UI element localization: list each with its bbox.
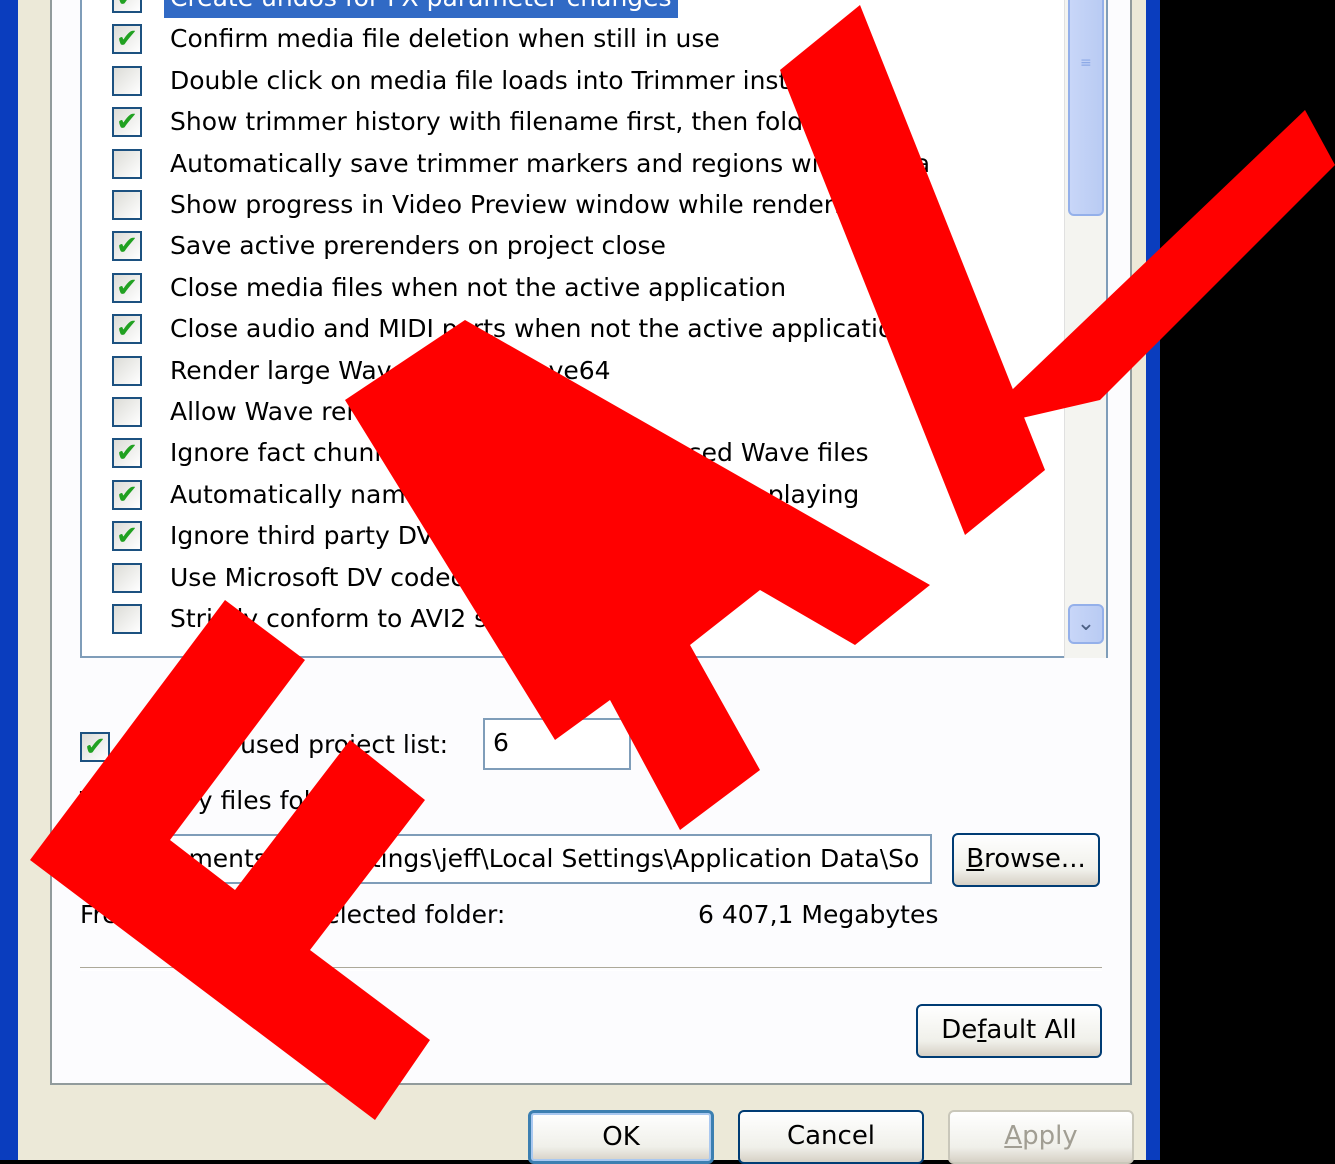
- option-label: Automatically save trimmer markers and r…: [170, 148, 931, 178]
- default-all-button[interactable]: Default All: [916, 1004, 1102, 1058]
- option-label: Double click on media file loads into Tr…: [170, 65, 867, 95]
- option-label: Ignore fact chunk when opening compresse…: [170, 438, 869, 468]
- option-row[interactable]: Automatically save trimmer markers and r…: [112, 144, 1106, 184]
- scrollbar-thumb[interactable]: ≡: [1068, 0, 1104, 216]
- recent-projects-checkbox[interactable]: ✔: [80, 732, 110, 762]
- ok-button[interactable]: OK: [528, 1110, 714, 1164]
- option-row[interactable]: ✔ Ignore fact chunk when opening compress…: [112, 433, 1106, 473]
- option-label: Ignore third party DV codecs: [170, 521, 529, 551]
- option-row[interactable]: ✔ Save active prerenders on project close: [112, 226, 1106, 266]
- temp-folder-label: Temporary files folder:: [80, 786, 361, 815]
- free-space-label: Free disk space in selected folder:: [80, 900, 506, 929]
- browse-button[interactable]: Browse...: [952, 833, 1100, 887]
- option-checkbox[interactable]: ✔: [112, 107, 142, 138]
- free-space-value: 6 407,1 Megabytes: [698, 900, 939, 929]
- recent-projects-label: Recently used project list:: [124, 730, 449, 759]
- cancel-button[interactable]: Cancel: [738, 1110, 924, 1164]
- option-label: Show progress in Video Preview window wh…: [170, 190, 873, 219]
- option-label: Confirm media file deletion when still i…: [170, 24, 720, 54]
- option-row[interactable]: Show progress in Video Preview window wh…: [112, 185, 1106, 225]
- option-checkbox[interactable]: [112, 148, 142, 179]
- separator: [80, 967, 1102, 971]
- option-checkbox[interactable]: ✔: [112, 521, 142, 552]
- option-label: Use Microsoft DV codec: [170, 562, 465, 592]
- option-row[interactable]: ✔ Create undos for FX parameter changes: [112, 0, 1106, 19]
- temp-folder-path-input[interactable]: C:\Documents and Settings\jeff\Local Set…: [80, 834, 932, 884]
- option-label: Close media files when not the active ap…: [170, 272, 787, 302]
- option-checkbox[interactable]: [112, 562, 142, 593]
- option-label: Render large Wave files as Wave64: [170, 355, 611, 385]
- vertical-scrollbar[interactable]: ≡ ⌄: [1064, 0, 1106, 658]
- option-checkbox[interactable]: ✔: [112, 438, 142, 469]
- scroll-down-button[interactable]: ⌄: [1068, 604, 1104, 644]
- option-row[interactable]: Strictly conform to AVI2 specification: [112, 599, 1106, 639]
- option-checkbox[interactable]: ✔: [112, 272, 142, 303]
- option-row[interactable]: ✔ Ignore third party DV codecs: [112, 516, 1106, 556]
- option-checkbox[interactable]: ✔: [112, 0, 142, 13]
- option-checkbox[interactable]: [112, 190, 142, 220]
- option-label: Close audio and MIDI ports when not the …: [170, 314, 910, 344]
- option-row[interactable]: ✔ Show trimmer history with filename firs…: [112, 102, 1106, 142]
- option-row[interactable]: Render large Wave files as Wave64: [112, 351, 1106, 391]
- option-checkbox[interactable]: [112, 604, 142, 634]
- option-row[interactable]: ✔ Close media files when not the active a…: [112, 268, 1106, 308]
- option-row[interactable]: Double click on media file loads into Tr…: [112, 61, 1106, 101]
- option-row[interactable]: ✔ Automatically name regions and markers …: [112, 475, 1106, 515]
- option-checkbox[interactable]: ✔: [112, 314, 142, 345]
- scroll-grip-icon: ≡: [1080, 55, 1092, 71]
- option-label: Strictly conform to AVI2 specification: [170, 604, 632, 633]
- option-row[interactable]: Allow Wave renders: [112, 392, 1106, 432]
- option-checkbox[interactable]: ✔: [112, 479, 142, 510]
- option-checkbox[interactable]: [112, 65, 142, 96]
- apply-button[interactable]: Apply: [948, 1110, 1134, 1164]
- chevron-down-icon: ⌄: [1076, 611, 1096, 636]
- option-checkbox[interactable]: [112, 355, 142, 386]
- option-row[interactable]: Use Microsoft DV codec: [112, 558, 1106, 598]
- option-label: Allow Wave renders: [170, 397, 417, 426]
- option-checkbox[interactable]: [112, 397, 142, 427]
- option-row[interactable]: ✔ Close audio and MIDI ports when not the…: [112, 309, 1106, 349]
- recent-projects-count-input[interactable]: 6: [483, 718, 631, 770]
- option-label: Save active prerenders on project close: [170, 231, 666, 261]
- option-label: Show trimmer history with filename first…: [170, 107, 829, 137]
- option-label: Create undos for FX parameter changes: [163, 0, 679, 19]
- option-checkbox[interactable]: ✔: [112, 24, 142, 55]
- option-checkbox[interactable]: ✔: [112, 231, 142, 262]
- option-row[interactable]: ✔ Confirm media file deletion when still …: [112, 19, 1106, 59]
- options-checklist[interactable]: ✔ Create undos for FX parameter changes ✔ C…: [80, 0, 1108, 658]
- option-label: Automatically name regions and markers w…: [170, 479, 860, 509]
